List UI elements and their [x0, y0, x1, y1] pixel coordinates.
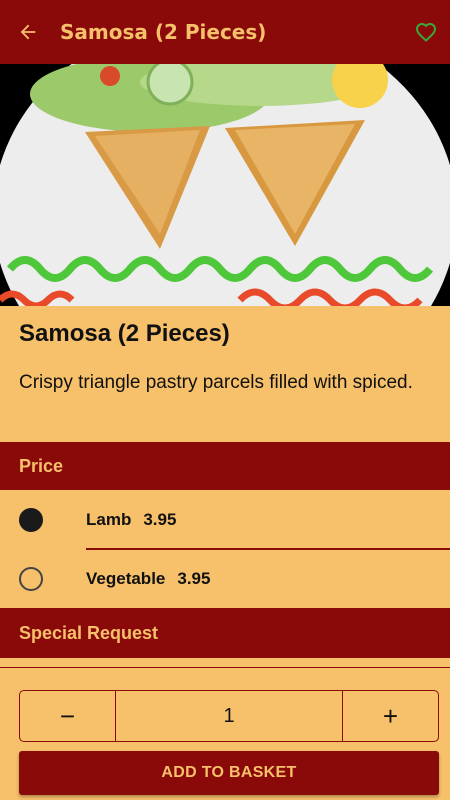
option-name: Vegetable — [86, 568, 166, 588]
price-option-lamb[interactable]: Lamb 3.95 — [0, 490, 450, 549]
special-request-header[interactable]: Special Request — [0, 608, 450, 658]
item-description: Crispy triangle pastry parcels filled wi… — [19, 372, 413, 393]
favorite-button[interactable] — [402, 0, 450, 64]
heart-outline-icon — [415, 22, 437, 42]
item-title: Samosa (2 Pieces) — [19, 320, 230, 347]
item-info: Samosa (2 Pieces) Crispy triangle pastry… — [0, 306, 450, 442]
arrow-left-icon — [20, 24, 36, 40]
option-price: 3.95 — [143, 509, 177, 529]
divider — [0, 667, 450, 668]
quantity-value: 1 — [223, 704, 235, 727]
price-label: Price — [19, 455, 64, 476]
page-title: Samosa (2 Pieces) — [60, 20, 267, 44]
decrease-quantity-button[interactable]: − — [20, 691, 116, 741]
increase-quantity-button[interactable]: + — [342, 691, 438, 741]
price-section-header: Price — [0, 442, 450, 490]
option-price: 3.95 — [177, 568, 211, 588]
quantity-stepper: − 1 + — [19, 690, 439, 742]
add-to-basket-button[interactable]: ADD TO BASKET — [19, 751, 439, 795]
radio-selected-icon[interactable] — [19, 507, 43, 532]
back-button[interactable] — [0, 0, 56, 64]
special-request-label: Special Request — [19, 622, 159, 643]
product-image — [0, 64, 450, 306]
radio-unselected-icon[interactable] — [19, 566, 43, 591]
app-bar: Samosa (2 Pieces) — [0, 0, 450, 64]
option-name: Lamb — [86, 509, 132, 529]
price-option-vegetable[interactable]: Vegetable 3.95 — [0, 549, 450, 608]
